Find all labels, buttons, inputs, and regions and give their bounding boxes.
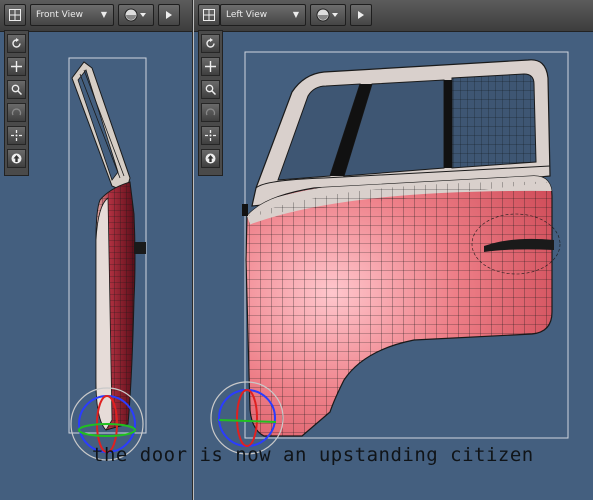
zoom-view-icon[interactable]: [7, 80, 26, 99]
door-window-frame-side: [71, 61, 131, 193]
fit-view-icon[interactable]: [201, 126, 220, 145]
home-view-icon[interactable]: [201, 149, 220, 168]
door-handle-side: [134, 242, 146, 254]
fit-view-icon[interactable]: [7, 126, 26, 145]
left-view-viewport[interactable]: Left View ▼: [194, 0, 593, 500]
rotate-view-icon[interactable]: [201, 34, 220, 53]
chevron-down-icon: ▼: [292, 10, 299, 19]
pan-view-icon[interactable]: [7, 57, 26, 76]
chevron-down-icon: ▼: [100, 10, 107, 19]
layout-grid-icon[interactable]: [4, 4, 26, 26]
view-select-label: Left View: [226, 10, 268, 20]
shading-sphere-icon[interactable]: [310, 4, 346, 26]
pan-view-icon[interactable]: [201, 57, 220, 76]
left-view-mesh: [210, 51, 569, 455]
play-icon[interactable]: [158, 4, 180, 26]
undo-view-icon[interactable]: [7, 103, 26, 122]
front-view-header: Front View ▼: [0, 0, 192, 32]
undo-view-icon[interactable]: [201, 103, 220, 122]
view-select-label: Front View: [36, 10, 83, 20]
front-view-viewport[interactable]: Front View ▼: [0, 0, 193, 500]
shading-sphere-icon[interactable]: [118, 4, 154, 26]
play-icon[interactable]: [350, 4, 372, 26]
door-body-side: [95, 181, 146, 431]
view-select-dropdown[interactable]: Left View ▼: [220, 4, 306, 26]
home-view-icon[interactable]: [7, 149, 26, 168]
view-toolbar: [198, 30, 223, 176]
door-hinge: [242, 204, 248, 216]
rotate-view-icon[interactable]: [7, 34, 26, 53]
zoom-view-icon[interactable]: [201, 80, 220, 99]
overlay-caption: the door is now an upstanding citizen: [92, 444, 534, 466]
layout-grid-icon[interactable]: [198, 4, 220, 26]
left-view-header: Left View ▼: [194, 0, 593, 32]
door-body: [242, 175, 561, 437]
view-select-dropdown[interactable]: Front View ▼: [30, 4, 114, 26]
view-toolbar: [4, 30, 29, 176]
